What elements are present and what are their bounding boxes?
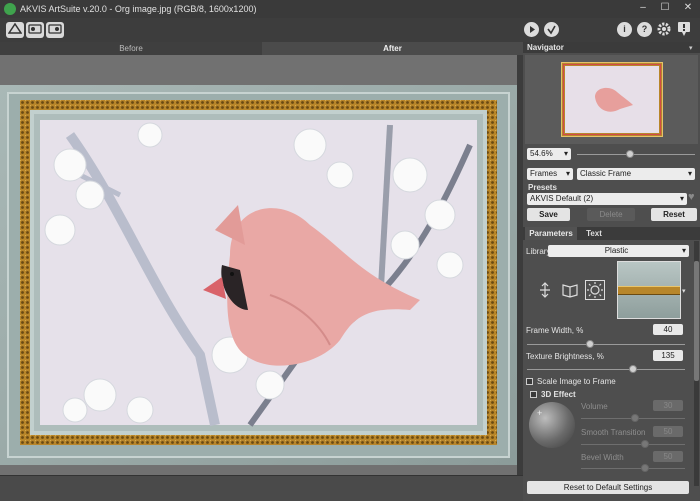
- library-value: Plastic: [604, 246, 629, 255]
- smooth-transition-slider-track[interactable]: [581, 444, 685, 445]
- bevel-width-slider-handle[interactable]: [641, 464, 649, 472]
- library-select[interactable]: Plastic ▾: [548, 245, 689, 257]
- frame-width-slider-track[interactable]: [527, 344, 685, 345]
- tab-before[interactable]: Before: [0, 42, 262, 55]
- settings-gear-icon[interactable]: [656, 21, 672, 37]
- image-canvas[interactable]: [0, 55, 517, 475]
- navigator-collapse-icon[interactable]: ▾: [689, 44, 693, 52]
- run-icon[interactable]: [524, 22, 539, 37]
- smooth-transition-slider-handle[interactable]: [641, 440, 649, 448]
- light-sphere-preview[interactable]: +: [529, 402, 575, 448]
- bevel-width-label: Bevel Width: [581, 453, 624, 462]
- zoom-select[interactable]: 54.6% ▾: [527, 148, 571, 160]
- bevel-width-slider-track[interactable]: [581, 468, 685, 469]
- status-bar: [0, 475, 523, 501]
- navigator-title: Navigator: [527, 43, 564, 52]
- home-icon[interactable]: [6, 22, 24, 38]
- texture-thumbnail[interactable]: [617, 261, 681, 319]
- preset-select[interactable]: AKVIS Default (2) ▾: [527, 193, 687, 205]
- scale-image-checkbox[interactable]: [526, 378, 533, 385]
- tab-after[interactable]: After: [262, 42, 523, 55]
- bevel-width-value[interactable]: 50: [653, 451, 683, 462]
- settings-panel: Navigator ▾ 54.6% ▾ Frames ▾ Classic Frame…: [523, 42, 700, 501]
- effect-type-select[interactable]: Classic Frame ▾: [577, 168, 695, 180]
- frame-width-label: Frame Width, %: [526, 326, 584, 335]
- effect-category-value: Frames: [530, 169, 558, 178]
- panel-scrollbar[interactable]: [694, 241, 699, 486]
- zoom-slider-track[interactable]: [577, 154, 695, 155]
- zoom-value: 54.6%: [530, 149, 553, 158]
- effect-3d-checkbox[interactable]: [530, 391, 537, 398]
- frame-width-slider-handle[interactable]: [586, 340, 595, 348]
- window-title: AKVIS ArtSuite v.20.0 - Org image.jpg (R…: [20, 4, 257, 14]
- tab-text[interactable]: Text: [579, 227, 609, 240]
- navigator-header: Navigator: [523, 42, 700, 53]
- smooth-transition-label: Smooth Transition: [581, 428, 646, 437]
- help-icon[interactable]: ?: [637, 22, 652, 37]
- open-image-icon[interactable]: [26, 22, 44, 38]
- reset-defaults-button[interactable]: Reset to Default Settings: [527, 481, 689, 494]
- texture-brightness-slider-track[interactable]: [527, 369, 685, 370]
- smooth-transition-value[interactable]: 50: [653, 426, 683, 437]
- apply-icon[interactable]: [544, 22, 559, 37]
- texture-dropdown-icon[interactable]: ▾: [682, 287, 686, 295]
- save-image-icon[interactable]: [46, 22, 64, 38]
- notifications-icon[interactable]: [677, 21, 691, 37]
- framed-image: [0, 85, 517, 465]
- frame-width-value[interactable]: 40: [653, 324, 683, 335]
- reset-preset-button[interactable]: Reset: [651, 208, 697, 221]
- effect-3d-label: 3D Effect: [541, 390, 576, 399]
- scale-image-label: Scale Image to Frame: [537, 377, 616, 386]
- view-tabs: Before After: [0, 42, 523, 55]
- texture-book-icon[interactable]: [561, 282, 579, 298]
- effect-type-value: Classic Frame: [580, 169, 632, 178]
- texture-brightness-value[interactable]: 135: [653, 350, 683, 361]
- texture-brightness-slider-handle[interactable]: [628, 365, 637, 373]
- volume-slider-handle[interactable]: [631, 414, 639, 422]
- title-bar: AKVIS ArtSuite v.20.0 - Org image.jpg (R…: [0, 0, 700, 18]
- preset-value: AKVIS Default (2): [530, 194, 594, 203]
- maximize-button[interactable]: ☐: [657, 2, 673, 16]
- texture-brightness-label: Texture Brightness, %: [526, 352, 604, 361]
- frame-align-icon[interactable]: [537, 282, 553, 298]
- minimize-button[interactable]: –: [635, 2, 651, 16]
- library-label: Library: [526, 247, 551, 256]
- toolbar: i ?: [0, 18, 700, 42]
- volume-value[interactable]: 30: [653, 400, 683, 411]
- volume-label: Volume: [581, 402, 608, 411]
- info-icon[interactable]: i: [617, 22, 632, 37]
- delete-preset-button[interactable]: Delete: [587, 208, 635, 221]
- favorite-heart-icon[interactable]: ♥: [688, 191, 695, 203]
- effect-category-select[interactable]: Frames ▾: [527, 168, 573, 180]
- tab-parameters[interactable]: Parameters: [525, 227, 577, 240]
- zoom-slider-handle[interactable]: [626, 150, 635, 158]
- brightness-sun-icon[interactable]: [585, 280, 605, 300]
- save-preset-button[interactable]: Save: [527, 208, 570, 221]
- app-logo-icon: [4, 3, 16, 15]
- close-button[interactable]: ✕: [680, 2, 696, 16]
- navigator-preview[interactable]: [525, 55, 698, 144]
- presets-label: Presets: [528, 183, 557, 192]
